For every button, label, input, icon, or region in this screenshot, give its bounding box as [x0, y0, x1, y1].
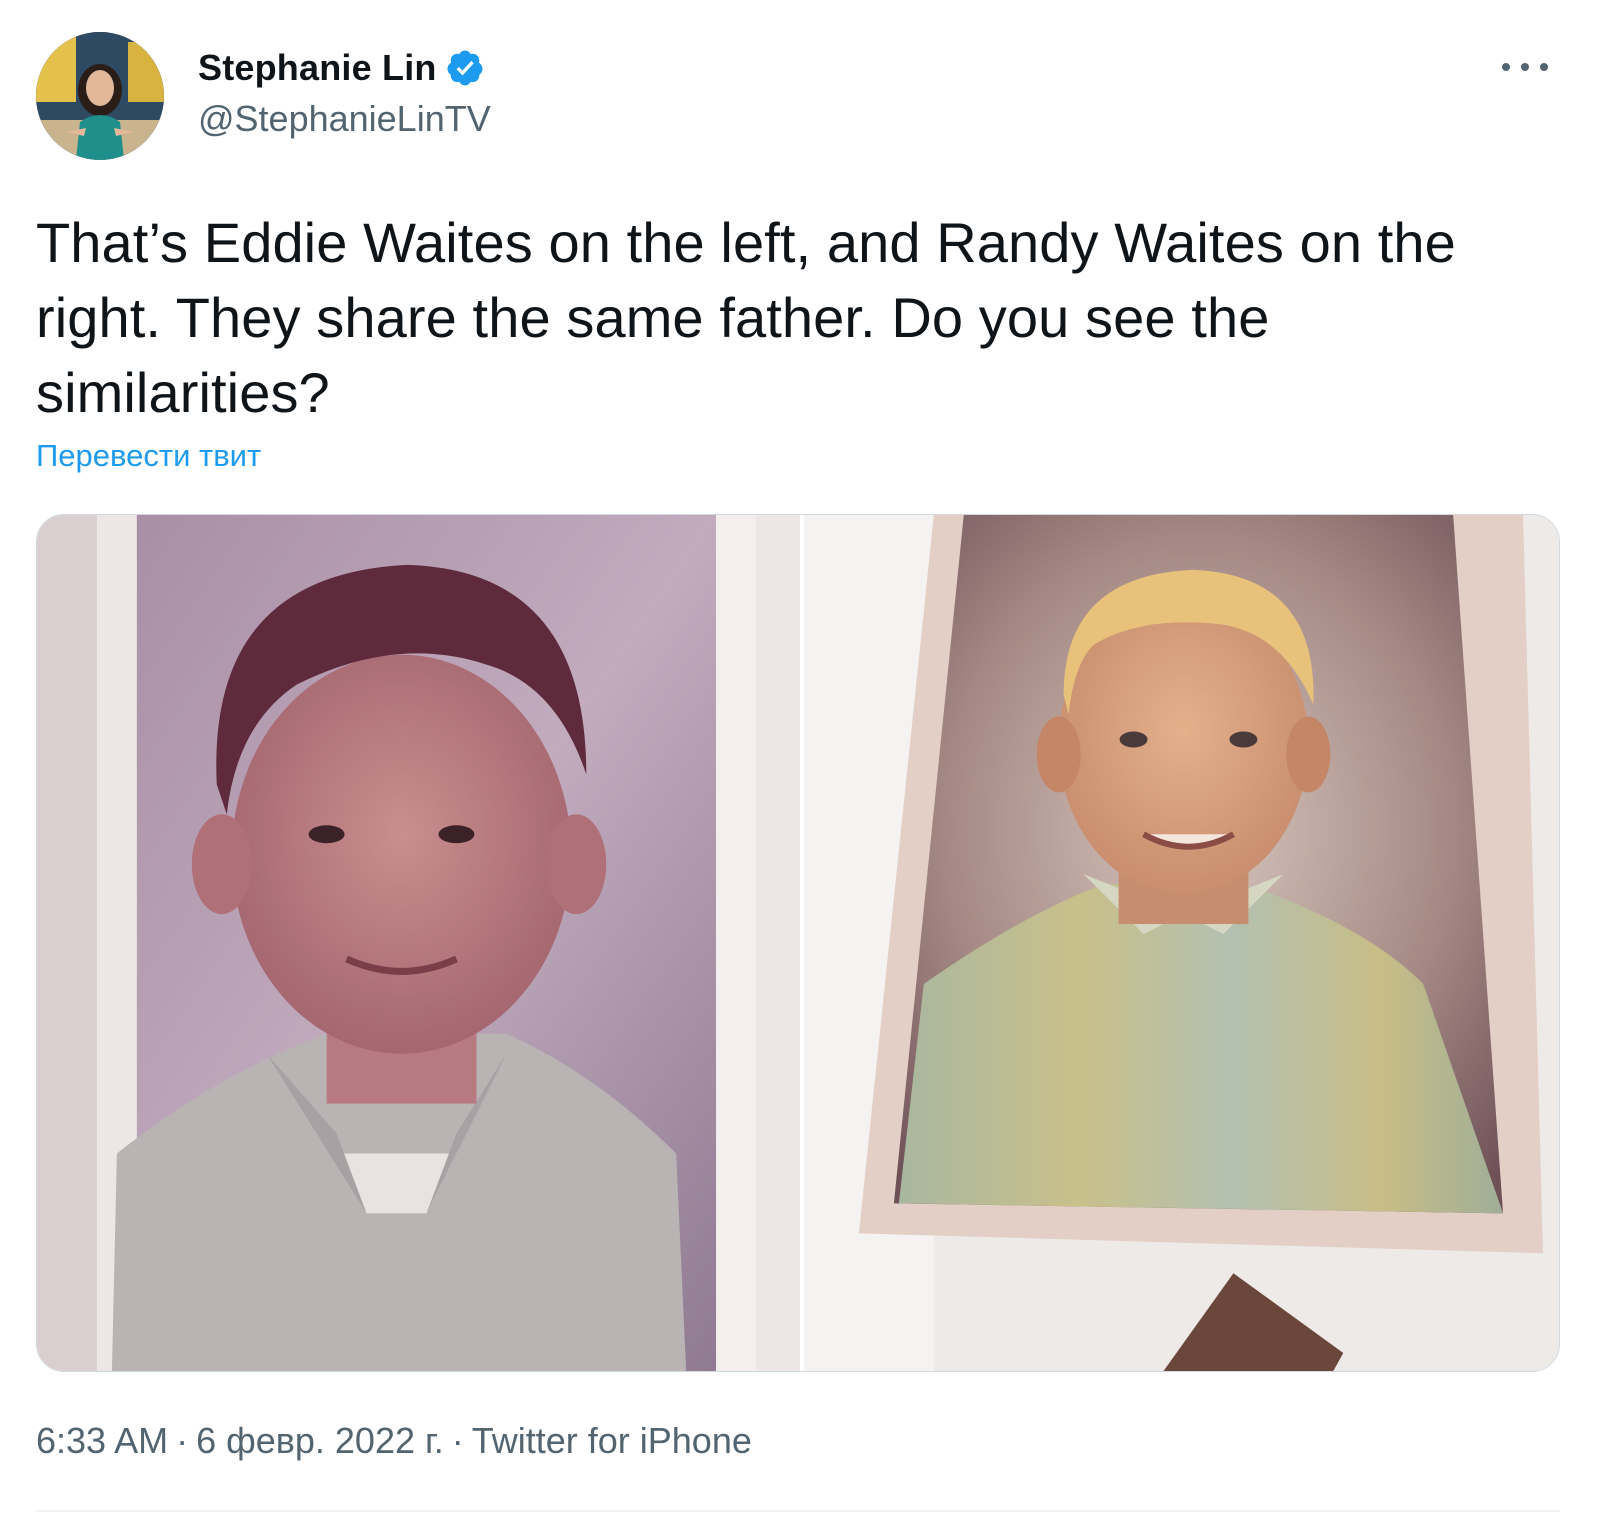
tweet-date[interactable]: 6 февр. 2022 г. — [196, 1420, 444, 1461]
photo-left[interactable] — [37, 515, 800, 1371]
more-options-icon[interactable] — [1502, 52, 1548, 82]
tweet-source[interactable]: Twitter for iPhone — [472, 1420, 752, 1461]
photo-right[interactable] — [804, 515, 1559, 1371]
name-row: Stephanie Lin — [198, 46, 491, 90]
display-name[interactable]: Stephanie Lin — [198, 47, 437, 89]
translate-tweet-link[interactable]: Перевести твит — [36, 438, 261, 474]
separator: · — [176, 1420, 189, 1461]
media-grid — [36, 514, 1560, 1372]
user-handle[interactable]: @StephanieLinTV — [198, 98, 491, 140]
dot — [1521, 63, 1529, 71]
dot — [1540, 63, 1548, 71]
avatar-image — [36, 32, 164, 160]
verified-badge-icon — [445, 48, 485, 88]
tweet-card: Stephanie Lin @StephanieLinTV That’s Edd… — [0, 0, 1600, 1518]
divider — [36, 1510, 1560, 1512]
school-portrait-photo-icon — [37, 515, 800, 1371]
separator: · — [451, 1420, 464, 1461]
tweet-meta: 6:33 AM · 6 февр. 2022 г. · Twitter for iPho… — [36, 1420, 752, 1462]
avatar[interactable] — [36, 32, 164, 160]
dot — [1502, 63, 1510, 71]
school-portrait-photo-icon — [804, 515, 1559, 1371]
author-block: Stephanie Lin @StephanieLinTV — [198, 46, 491, 140]
tweet-time[interactable]: 6:33 AM — [36, 1420, 168, 1461]
tweet-text: That’s Eddie Waites on the left, and Ran… — [36, 211, 1456, 424]
